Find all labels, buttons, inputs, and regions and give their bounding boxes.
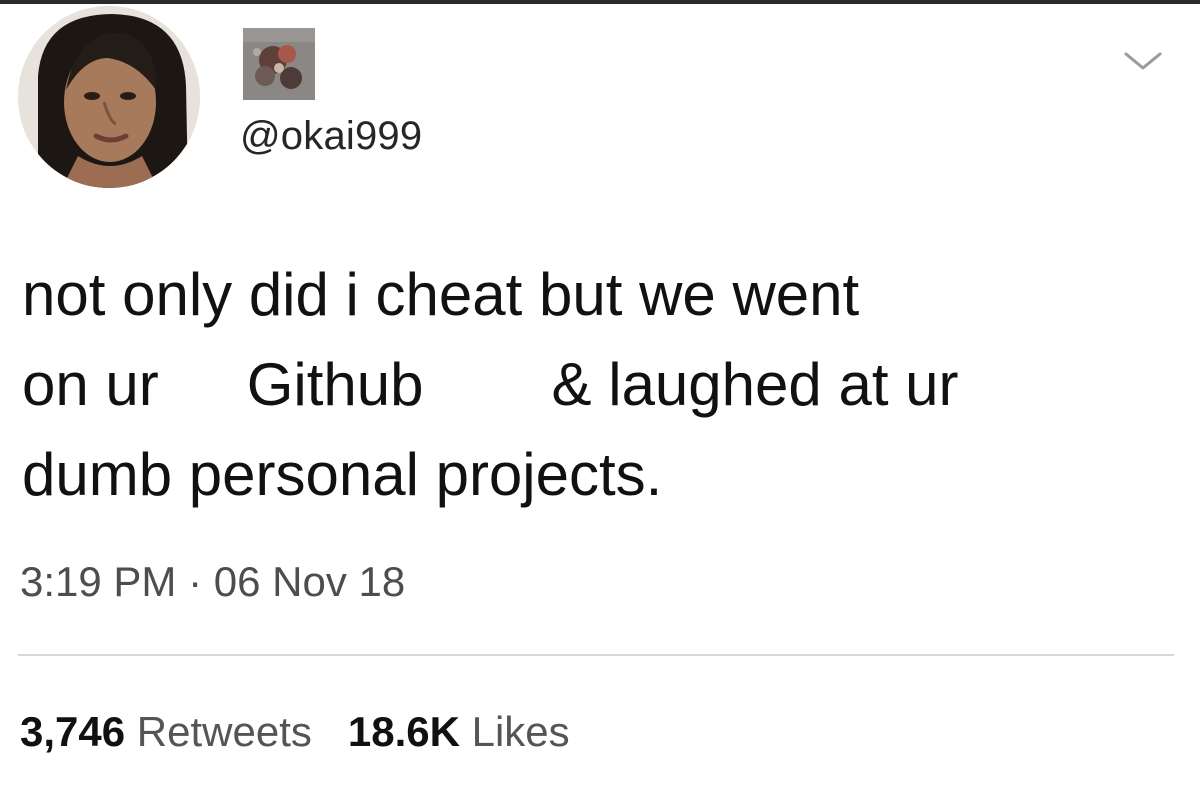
tweet-body: not only did i cheat but we went on ur Gi… <box>22 250 1182 520</box>
retweets-count: 3,746 <box>20 708 126 755</box>
tweet-card: @okai999 not only did i cheat but we wen… <box>0 0 1200 795</box>
retweets-stat[interactable]: 3,746 Retweets <box>20 708 312 755</box>
tweet-timestamp[interactable]: 3:19 PM · 06 Nov 18 <box>20 556 405 608</box>
chevron-down-icon[interactable] <box>1120 40 1166 80</box>
tweet-text-line-1: not only did i cheat but we went <box>22 261 860 328</box>
tweet-stats: 3,746 Retweets 18.6K Likes <box>20 706 570 758</box>
tweet-text-segment-github: Github <box>246 351 424 418</box>
header-thumbnail[interactable] <box>243 28 315 100</box>
header-thumbnail-image <box>243 28 315 100</box>
tweet-text-line-3: dumb personal projects. <box>22 441 663 508</box>
user-handle[interactable]: @okai999 <box>240 112 422 160</box>
likes-count: 18.6K <box>347 708 460 755</box>
avatar[interactable] <box>18 6 200 188</box>
avatar-image <box>18 6 200 188</box>
retweets-label: Retweets <box>136 708 312 755</box>
likes-label: Likes <box>471 708 570 755</box>
tweet-text-segment: on ur <box>22 351 159 418</box>
tweet-text-segment: & laughed at ur <box>551 351 959 418</box>
top-border <box>0 0 1200 4</box>
tweet-text-line-2: on ur Github & laughed at ur <box>22 340 1182 430</box>
divider <box>18 654 1174 656</box>
likes-stat[interactable]: 18.6K Likes <box>348 708 570 755</box>
